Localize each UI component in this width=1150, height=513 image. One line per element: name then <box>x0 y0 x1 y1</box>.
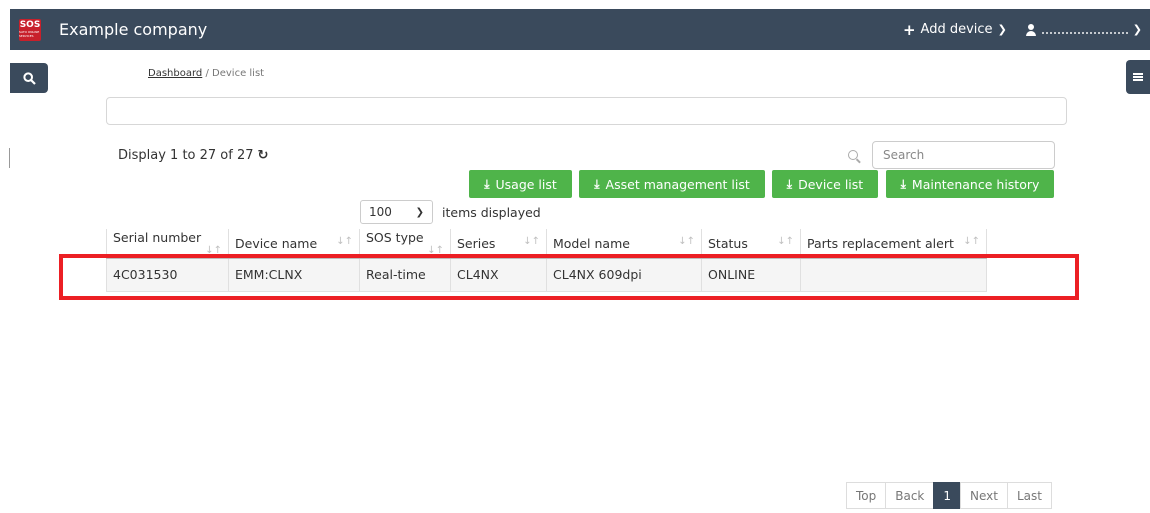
pagination-page-1[interactable]: 1 <box>933 482 962 509</box>
breadcrumb-dashboard-link[interactable]: Dashboard <box>148 68 202 79</box>
column-label: SOS type <box>366 230 424 245</box>
company-name: Example company <box>59 20 208 39</box>
sort-icon: ↓↑ <box>678 235 695 247</box>
column-label: Series <box>457 235 496 251</box>
download-icon: ⤓ <box>594 176 600 191</box>
plus-icon: + <box>902 20 916 39</box>
sort-icon: ↓↑ <box>523 235 540 247</box>
device-list-label: Device list <box>798 176 864 192</box>
chevron-down-icon: ❯ <box>1132 23 1142 36</box>
list-icon <box>1133 73 1143 81</box>
sidebar-list-toggle[interactable] <box>1126 60 1150 94</box>
search-icon <box>848 150 858 160</box>
pagination-last[interactable]: Last <box>1007 482 1052 509</box>
refresh-icon[interactable]: ↻ <box>258 148 269 163</box>
pagination-next[interactable]: Next <box>960 482 1008 509</box>
add-device-label: Add device <box>920 22 993 37</box>
chevron-down-icon: ❯ <box>415 206 424 218</box>
user-menu[interactable]: ❯ <box>1025 23 1142 36</box>
pagination-top[interactable]: Top <box>846 482 887 509</box>
download-icon: ⤓ <box>484 176 490 191</box>
search-area <box>848 141 1055 169</box>
pagination-back[interactable]: Back <box>885 482 935 509</box>
divider <box>9 148 10 168</box>
sidebar-search-toggle[interactable] <box>10 63 48 93</box>
download-icon: ⤓ <box>900 176 906 191</box>
search-input[interactable] <box>872 141 1055 169</box>
breadcrumb: Dashboard / Device list <box>148 68 264 79</box>
row-highlight-annotation <box>59 254 1079 300</box>
download-icon: ⤓ <box>786 176 793 191</box>
sort-icon: ↓↑ <box>963 235 980 247</box>
maintenance-history-label: Maintenance history <box>911 176 1040 192</box>
top-navbar: SOS SATO ONLINE SERVICES Example company… <box>10 9 1150 50</box>
sort-icon: ↓↑ <box>336 235 353 247</box>
add-device-menu[interactable]: + Add device ❯ <box>903 21 1007 39</box>
display-count-text: Display 1 to 27 of 27 <box>118 148 254 163</box>
display-count: Display 1 to 27 of 27 ↻ <box>118 148 268 163</box>
sos-logo[interactable]: SOS SATO ONLINE SERVICES <box>19 18 41 41</box>
device-list-button[interactable]: ⤓ Device list <box>772 170 878 198</box>
column-label: Device name <box>235 235 318 251</box>
column-label: Parts replacement alert <box>807 235 954 251</box>
asset-management-list-label: Asset management list <box>605 176 750 192</box>
column-label: Serial number <box>113 230 202 245</box>
breadcrumb-current: Device list <box>212 68 265 79</box>
user-name-obscured <box>1041 26 1128 34</box>
maintenance-history-button[interactable]: ⤓ Maintenance history <box>886 170 1054 198</box>
breadcrumb-separator: / <box>205 68 209 79</box>
sort-icon: ↓↑ <box>777 235 794 247</box>
column-label: Status <box>708 235 748 251</box>
items-per-page-label: items displayed <box>442 204 541 220</box>
column-label: Model name <box>553 235 630 251</box>
pagination: Top Back 1 Next Last <box>846 482 1052 509</box>
search-icon <box>22 71 36 85</box>
chevron-down-icon: ❯ <box>997 23 1007 36</box>
items-per-page-value: 100 <box>369 205 392 219</box>
logo-text: SOS <box>19 20 41 30</box>
usage-list-label: Usage list <box>495 176 557 192</box>
user-icon <box>1025 23 1037 36</box>
logo-subtext: SATO ONLINE SERVICES <box>19 30 40 38</box>
items-per-page: 100 ❯ items displayed <box>360 200 541 224</box>
usage-list-button[interactable]: ⤓ Usage list <box>469 170 572 198</box>
items-per-page-select[interactable]: 100 ❯ <box>360 200 433 224</box>
filter-panel[interactable] <box>106 97 1067 125</box>
asset-management-list-button[interactable]: ⤓ Asset management list <box>579 170 765 198</box>
